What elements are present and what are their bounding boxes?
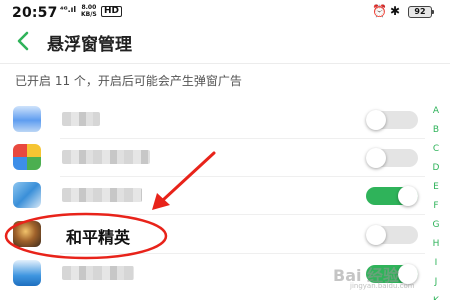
app-icon — [13, 182, 41, 208]
back-arrow-icon[interactable] — [12, 28, 36, 54]
status-time: 20:57 — [12, 5, 58, 21]
alpha-index-letter[interactable]: J — [428, 273, 444, 292]
floating-window-toggle[interactable] — [366, 186, 418, 206]
alpha-index-letter[interactable]: A — [428, 102, 444, 121]
app-name-blurred — [62, 150, 150, 164]
enabled-count-notice: 已开启 11 个，开启后可能会产生弹窗广告 — [15, 74, 242, 88]
toggle-knob — [366, 225, 386, 245]
app-row — [0, 176, 425, 215]
toggle-knob — [398, 186, 418, 206]
toggle-knob — [366, 110, 386, 130]
floating-window-toggle[interactable] — [366, 110, 418, 130]
app-icon — [13, 106, 41, 132]
app-row — [0, 100, 425, 139]
alarm-icon: ⏰ — [372, 4, 387, 18]
app-name: 和平精英 — [66, 228, 131, 247]
watermark-url: jingyan.baidu.com — [350, 282, 415, 290]
bluetooth-icon: ✱ — [390, 4, 401, 18]
signal-icon: ⁴ᴳ.ıl — [60, 5, 77, 14]
hd-badge: HD — [101, 6, 123, 17]
network-speed-unit: KB/S — [81, 11, 97, 18]
alpha-index-letter[interactable]: G — [428, 216, 444, 235]
app-name-blurred — [62, 266, 134, 280]
app-icon — [13, 260, 41, 286]
toggle-knob — [398, 264, 418, 284]
page-title: 悬浮窗管理 — [47, 35, 132, 55]
alpha-index-letter[interactable]: K — [428, 292, 444, 300]
network-speed-value: 8.00 — [81, 4, 97, 11]
app-row — [0, 138, 425, 177]
app-name-blurred — [62, 188, 142, 202]
battery-indicator: 92 — [408, 6, 434, 18]
app-icon — [13, 144, 41, 170]
alpha-index-letter[interactable]: F — [428, 197, 444, 216]
toggle-knob — [366, 148, 386, 168]
floating-window-toggle[interactable] — [366, 148, 418, 168]
header: 悬浮窗管理 — [0, 26, 450, 58]
header-divider — [0, 63, 450, 64]
floating-window-toggle[interactable] — [366, 225, 418, 245]
app-row-peace-elite: 和平精英 — [0, 215, 425, 254]
alphabet-index: A B C D E F G H I J K — [428, 102, 444, 300]
alpha-index-letter[interactable]: C — [428, 140, 444, 159]
alpha-index-letter[interactable]: I — [428, 254, 444, 273]
alpha-index-letter[interactable]: B — [428, 121, 444, 140]
status-bar: 20:57 ⁴ᴳ.ıl 8.00 KB/S HD ⏰ ✱ 92 — [0, 0, 450, 26]
alpha-index-letter[interactable]: H — [428, 235, 444, 254]
alpha-index-letter[interactable]: E — [428, 178, 444, 197]
alpha-index-letter[interactable]: D — [428, 159, 444, 178]
peace-elite-app-icon — [13, 221, 41, 247]
app-name-blurred — [62, 112, 100, 126]
network-speed: 8.00 KB/S — [81, 4, 97, 18]
